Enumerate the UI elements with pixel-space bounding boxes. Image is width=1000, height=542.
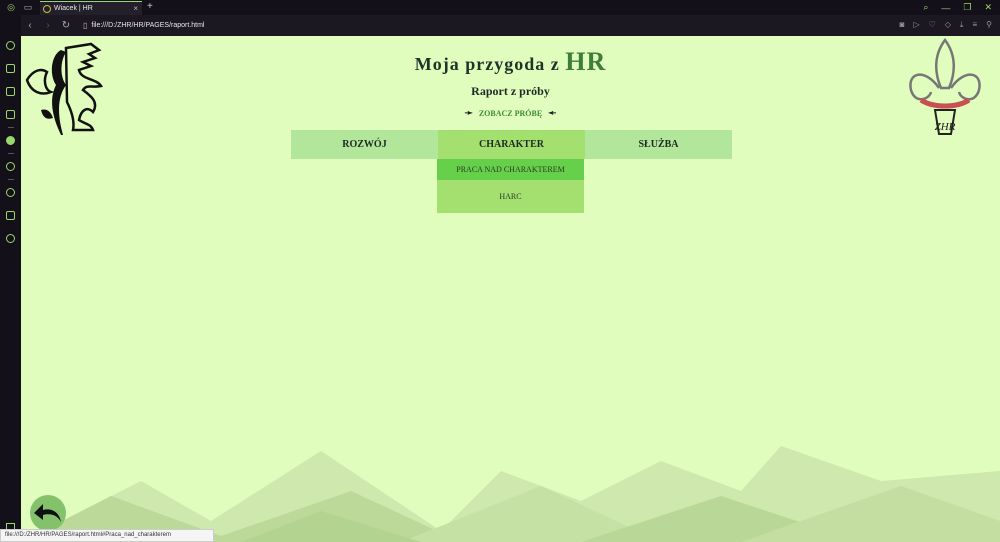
forward-nav-icon[interactable]: ›: [39, 20, 57, 31]
mountains-decoration: [21, 446, 1000, 542]
search-icon[interactable]: ⌕: [923, 2, 928, 13]
file-icon: ▯: [83, 21, 88, 30]
close-window-icon[interactable]: ✕: [984, 2, 992, 13]
charakter-dropdown: PRACA NAD CHARAKTEREM HARC: [437, 159, 584, 213]
see-proof-link-wrap: ➛ ZOBACZ PRÓBĘ ➛: [21, 108, 1000, 119]
url-text: file:///D:/ZHR/HR/PAGES/raport.html: [91, 22, 205, 29]
sidebar-divider: [7, 127, 14, 128]
dropdown-item-praca-nad-charakterem[interactable]: PRACA NAD CHARAKTEREM: [437, 159, 584, 180]
page-title: Moja przygoda z HR: [21, 47, 1000, 77]
back-nav-icon[interactable]: ‹: [21, 20, 39, 31]
gear-icon[interactable]: [6, 234, 15, 243]
page-subtitle: Raport z próby: [471, 84, 550, 98]
shopping-icon[interactable]: [6, 64, 15, 73]
restore-icon[interactable]: ❐: [963, 2, 971, 13]
tab-close-icon[interactable]: ×: [133, 4, 138, 13]
address-bar: ‹ › ↻ ▯ file:///D:/ZHR/HR/PAGES/raport.h…: [21, 15, 1000, 36]
browser-tab[interactable]: Wiacek | HR ×: [40, 1, 142, 15]
arrow-right-icon: ➛: [548, 108, 557, 119]
reload-icon[interactable]: ↻: [57, 20, 75, 31]
browser-logo-icon[interactable]: ◎: [5, 2, 17, 14]
extensions-icon[interactable]: [6, 211, 15, 220]
page-title-hr: HR: [565, 47, 607, 76]
history-icon[interactable]: [6, 188, 15, 197]
settings-chip-icon[interactable]: [6, 110, 15, 119]
sidebar-divider: [7, 179, 14, 180]
dropdown-item-harc[interactable]: HARC: [437, 180, 584, 213]
gamepad-icon[interactable]: ▭: [22, 2, 34, 14]
minimize-icon[interactable]: —: [941, 3, 950, 13]
see-proof-link[interactable]: ZOBACZ PRÓBĘ: [479, 109, 542, 118]
arrow-left-icon: ➛: [464, 108, 473, 119]
zhr-logo-text: ZHR: [935, 121, 956, 133]
camera-icon[interactable]: ◙: [900, 20, 905, 30]
address-actions: ◙ ▷ ♡ ◇ ⤓ ≡ ⚲: [900, 20, 992, 30]
player-icon[interactable]: [6, 162, 15, 171]
twitch-icon[interactable]: [6, 87, 15, 96]
window-controls: ⌕ — ❐ ✕: [923, 0, 1000, 15]
nav-item-rozwoj[interactable]: ROZWÓJ: [291, 130, 438, 159]
tab-title: Wiacek | HR: [54, 5, 93, 12]
messenger-icon[interactable]: [6, 136, 15, 145]
browser-sidebar: •••: [0, 15, 21, 542]
heart-icon[interactable]: ♡: [929, 20, 936, 30]
main-nav: ROZWÓJ CHARAKTER SŁUŻBA: [291, 130, 732, 159]
nav-item-sluzba[interactable]: SŁUŻBA: [585, 130, 732, 159]
tab-favicon-icon: [43, 4, 51, 13]
speed-dial-icon[interactable]: [6, 41, 15, 50]
send-icon[interactable]: ▷: [913, 20, 919, 30]
profile-icon[interactable]: ⚲: [986, 20, 992, 30]
status-bar-link: file:///D:/ZHR/HR/PAGES/raport.html#Prac…: [0, 529, 214, 542]
back-arrow-icon: [34, 504, 61, 522]
page-viewport: ZHR Moja przygoda z HR Raport z próby ➛ …: [21, 36, 1000, 542]
new-tab-button[interactable]: +: [147, 1, 153, 12]
cube-icon[interactable]: ◇: [945, 20, 951, 30]
download-icon[interactable]: ⤓: [960, 20, 964, 30]
sidebar-divider: [7, 153, 14, 154]
menu-icon[interactable]: ≡: [972, 20, 977, 30]
url-field[interactable]: ▯ file:///D:/ZHR/HR/PAGES/raport.html: [83, 21, 204, 30]
nav-item-charakter[interactable]: CHARAKTER: [438, 130, 585, 159]
page-title-text: Moja przygoda z: [414, 54, 560, 74]
back-button[interactable]: [30, 495, 66, 531]
